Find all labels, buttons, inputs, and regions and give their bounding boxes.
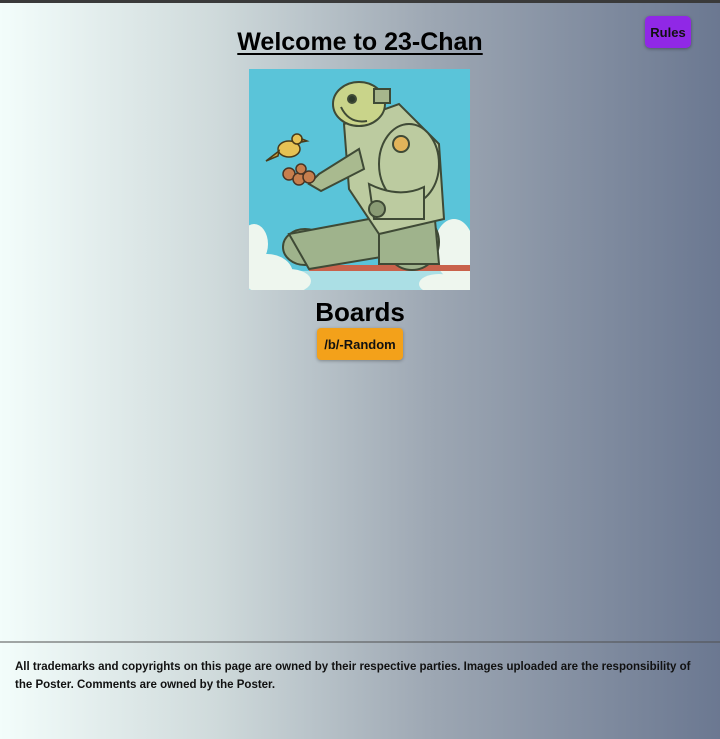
board-button-random[interactable]: /b/-Random xyxy=(317,328,403,360)
boards-heading: Boards xyxy=(315,297,405,327)
footer-disclaimer: All trademarks and copyrights on this pa… xyxy=(15,661,691,691)
page-title: Welcome to 23-Chan xyxy=(237,28,483,56)
footer-divider xyxy=(0,641,720,643)
top-border xyxy=(0,0,720,3)
hero-image xyxy=(249,69,470,290)
